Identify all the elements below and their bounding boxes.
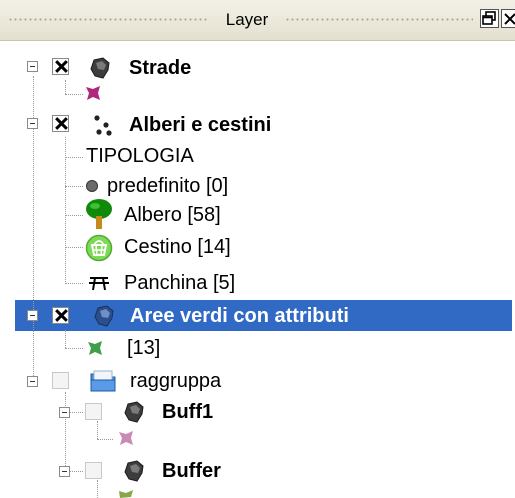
tree-line [65,80,66,94]
collapse-toggle[interactable] [27,118,38,129]
tree-line [65,348,83,349]
tree-line [65,392,66,472]
group-name: raggruppa [130,370,222,392]
layer-name: Strade [129,57,192,79]
circle-symbol-icon [86,180,98,192]
layer-name: Buffer [162,460,221,482]
titlebar-grip-left [8,17,208,23]
close-button[interactable] [501,9,515,28]
group-visibility-checkbox[interactable] [52,372,69,389]
tree-icon [86,199,112,229]
tree-line [65,283,83,284]
polygon-symbol-icon [119,490,133,498]
polygon-symbol-icon [119,431,133,445]
polygon-symbol-icon [88,341,102,355]
legend-item-label: Albero [58] [124,204,221,226]
layer-visibility-checkbox[interactable] [85,403,102,420]
titlebar-grip-right [285,17,473,23]
layer-visibility-checkbox[interactable] [85,462,102,479]
layer-name: Aree verdi con attributi [130,305,349,327]
tree-line [65,94,83,95]
tree-line [65,247,83,248]
legend-attribute-label: TIPOLOGIA [86,145,194,167]
layer-name: Alberi e cestini [129,114,272,136]
layer-visibility-checkbox[interactable] [52,307,69,324]
legend-item-label: [13] [127,337,161,359]
tree-line [65,157,83,158]
legend-item-label: predefinito [0] [107,175,229,197]
polygon-layer-icon [90,57,110,79]
tree-line [97,439,113,440]
legend-item-label: Cestino [14] [124,236,231,258]
layer-panel: Layer Strade Alberi e cestini TIPOLOGIA … [0,0,515,498]
legend-item-label: Panchina [5] [124,272,236,294]
collapse-toggle[interactable] [27,310,38,321]
polygon-symbol-icon [86,86,100,100]
panel-title: Layer [225,10,269,29]
collapse-toggle[interactable] [59,466,70,477]
polygon-layer-icon [124,460,144,482]
collapse-toggle[interactable] [27,61,38,72]
tree-line [97,421,98,439]
collapse-toggle[interactable] [27,376,38,387]
polygon-layer-icon [124,401,144,423]
collapse-toggle[interactable] [59,407,70,418]
tree-line [65,330,66,348]
point-layer-icon [94,115,112,136]
basket-icon [85,234,113,262]
group-folder-icon [90,370,116,392]
panel-titlebar[interactable]: Layer [0,0,515,41]
close-icon [504,13,515,25]
restore-icon [482,11,496,25]
polygon-layer-icon [94,305,114,327]
tree-line [97,480,98,498]
tree-line [65,215,83,216]
tree-line [65,186,83,187]
float-button[interactable] [480,9,499,28]
layer-visibility-checkbox[interactable] [52,58,69,75]
tree-line [65,137,66,284]
layer-visibility-checkbox[interactable] [52,115,69,132]
layer-name: Buff1 [162,401,214,423]
bench-icon [89,277,109,291]
